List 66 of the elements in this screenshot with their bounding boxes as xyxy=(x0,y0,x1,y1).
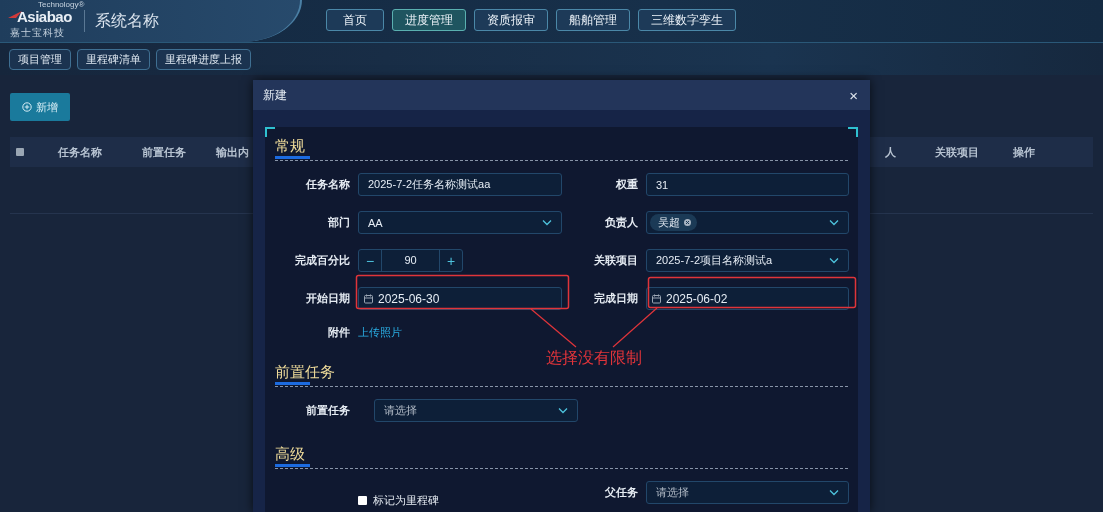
checkbox[interactable] xyxy=(358,496,367,505)
logo-text: Asiabao xyxy=(17,8,72,25)
field-label: 父任务 xyxy=(604,485,638,500)
subnav-tab[interactable]: 里程碑清单 xyxy=(77,48,150,70)
logo-subtitle: 嘉士宝科技 xyxy=(10,27,65,38)
calendar-icon xyxy=(652,293,661,304)
milestone-checkbox[interactable]: 标记为里程碑 xyxy=(358,493,562,508)
remove-icon[interactable] xyxy=(684,219,691,226)
multi-select-field[interactable]: 吴超 xyxy=(646,211,849,234)
select-field[interactable]: 请选择 xyxy=(374,399,578,422)
select-field[interactable]: 请选择 xyxy=(646,481,849,504)
leader-line xyxy=(530,308,577,348)
annotation-text: 选择没有限制 xyxy=(546,348,642,368)
date-field[interactable]: 2025-06-30 xyxy=(358,287,562,310)
leader-line xyxy=(612,307,658,348)
column-header: 输出内 xyxy=(216,144,249,160)
chevron-down-icon xyxy=(558,407,568,414)
nav-tab[interactable]: 船舶管理 xyxy=(556,9,630,31)
tag-text: 吴超 xyxy=(658,215,680,230)
corner-bracket xyxy=(265,127,275,137)
calendar-icon xyxy=(364,293,373,304)
column-header: 任务名称 xyxy=(58,144,103,160)
section-title: 常规 xyxy=(275,137,305,154)
nav-tab[interactable]: 资质报审 xyxy=(474,9,548,31)
chevron-down-icon xyxy=(829,219,839,226)
subnav-tab[interactable]: 里程碑进度上报 xyxy=(156,48,251,70)
field-label: 附件 xyxy=(327,325,350,340)
decrement-button[interactable]: − xyxy=(359,250,381,271)
field-label: 关联项目 xyxy=(593,253,638,268)
column-header: 操作 xyxy=(1013,144,1036,160)
nav-tab[interactable]: 首页 xyxy=(326,9,384,31)
logo-tagline: Technology® xyxy=(38,1,85,9)
column-header: 人 xyxy=(885,144,897,160)
increment-button[interactable]: + xyxy=(440,250,462,271)
field-label: 负责人 xyxy=(604,215,638,230)
corner-bracket xyxy=(848,127,858,137)
chevron-down-icon xyxy=(542,219,552,226)
nav-tab[interactable]: 三维数字孪生 xyxy=(638,9,736,31)
select-all-checkbox[interactable] xyxy=(16,148,24,156)
system-name: 系统名称 xyxy=(95,11,159,31)
column-header: 关联项目 xyxy=(935,144,980,160)
text-field[interactable]: 31 xyxy=(646,173,849,196)
close-button[interactable]: × xyxy=(847,87,860,103)
select-field[interactable]: 2025-7-2项目名称测试a xyxy=(646,249,849,272)
chevron-down-icon xyxy=(829,489,839,496)
field-label: 任务名称 xyxy=(305,177,350,192)
field-label: 权重 xyxy=(615,177,638,192)
column-header: 前置任务 xyxy=(142,144,187,160)
number-field[interactable]: 90 xyxy=(381,250,440,271)
plus-circle-icon xyxy=(22,102,32,112)
date-field[interactable]: 2025-06-02 xyxy=(646,287,849,310)
subnav-tab[interactable]: 项目管理 xyxy=(9,48,71,70)
select-field[interactable]: AA xyxy=(358,211,562,234)
field-label: 前置任务 xyxy=(305,403,350,418)
field-label: 开始日期 xyxy=(305,291,350,306)
section-title: 高级 xyxy=(275,445,305,462)
section-title: 前置任务 xyxy=(275,363,335,380)
field-label: 完成百分比 xyxy=(294,253,350,268)
field-label: 部门 xyxy=(327,215,350,230)
add-button[interactable]: 新增 xyxy=(10,93,70,121)
field-label: 完成日期 xyxy=(593,291,638,306)
upload-link[interactable]: 上传照片 xyxy=(358,325,402,340)
dialog-title: 新建 xyxy=(263,86,287,104)
chevron-down-icon xyxy=(829,257,839,264)
nav-tab[interactable]: 进度管理 xyxy=(392,9,466,31)
text-field[interactable]: 2025-7-2任务名称测试aa xyxy=(358,173,562,196)
